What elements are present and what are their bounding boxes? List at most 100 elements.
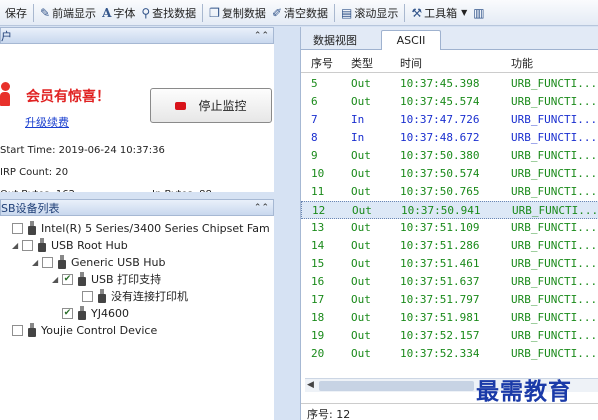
tree-node[interactable]: Intel(R) 5 Series/3400 Series Chipset Fa…: [2, 220, 270, 236]
cell-type: Out: [351, 329, 371, 342]
tree-checkbox[interactable]: [82, 290, 93, 302]
scroll-left-icon[interactable]: ◀: [307, 380, 314, 390]
table-row[interactable]: 19 Out 10:37:52.157 URB_FUNCTI...: [301, 327, 598, 345]
scroll-display-button[interactable]: ▤ 滚动显示: [338, 2, 401, 24]
collapse-icon[interactable]: ⌃⌃: [254, 31, 269, 41]
column-header-time[interactable]: 时间: [400, 55, 422, 71]
table-row[interactable]: 9 Out 10:37:50.380 URB_FUNCTI...: [301, 147, 598, 165]
front-display-button[interactable]: ✎ 前端显示: [37, 2, 99, 24]
table-row[interactable]: 13 Out 10:37:51.109 URB_FUNCTI...: [301, 219, 598, 237]
grid-header: 序号 类型 时间 功能: [301, 51, 598, 73]
expand-arrow-icon[interactable]: ◢: [12, 241, 19, 250]
cell-time: 10:37:51.461: [400, 257, 480, 270]
tree-checkbox[interactable]: [12, 324, 23, 336]
tree-node[interactable]: ◢ Generic USB Hub: [32, 254, 165, 270]
tree-node[interactable]: 没有连接打印机: [72, 288, 188, 304]
column-header-function[interactable]: 功能: [511, 55, 533, 71]
cell-time: 10:37:48.672: [400, 131, 480, 144]
cell-type: In: [351, 113, 365, 126]
font-label: 字体: [113, 6, 136, 20]
tree-node[interactable]: ◢ ✔ USB 打印支持: [52, 271, 161, 287]
tree-node-label: 没有连接打印机: [111, 290, 188, 303]
table-row[interactable]: 16 Out 10:37:51.637 URB_FUNCTI...: [301, 273, 598, 291]
user-panel-header: 户 ⌃⌃: [0, 27, 274, 44]
table-row[interactable]: 18 Out 10:37:51.981 URB_FUNCTI...: [301, 309, 598, 327]
user-panel: 户 ⌃⌃ 会员有惊喜！ 升级续费 停止监控 Start Time: 2019-0…: [0, 27, 274, 200]
cell-seq: 10: [311, 167, 325, 180]
tree-checkbox[interactable]: ✔: [62, 273, 73, 285]
cell-function: URB_FUNCTI...: [511, 311, 598, 324]
tree-checkbox[interactable]: [42, 256, 53, 268]
table-row[interactable]: 14 Out 10:37:51.286 URB_FUNCTI...: [301, 237, 598, 255]
clear-data-button[interactable]: ✐ 清空数据: [269, 2, 331, 24]
usb-icon: [78, 306, 86, 320]
column-header-seq[interactable]: 序号: [311, 55, 333, 71]
cell-seq: 15: [311, 257, 325, 270]
renew-link[interactable]: 升级续费: [25, 114, 69, 130]
usb-icon: [58, 255, 66, 269]
cell-time: 10:37:50.765: [400, 185, 480, 198]
save-button[interactable]: 保存: [0, 2, 30, 24]
stop-icon: [175, 101, 187, 110]
cell-function: URB_FUNCTI...: [511, 221, 598, 234]
tab-data-view[interactable]: 数据视图: [313, 30, 357, 50]
expand-arrow-icon[interactable]: ◢: [32, 258, 39, 267]
toolbar-separator: [334, 3, 335, 22]
cell-function: URB_FUNCTI...: [511, 257, 598, 270]
scrollbar-thumb[interactable]: [319, 381, 474, 391]
tree-node-label: Intel(R) 5 Series/3400 Series Chipset Fa…: [41, 221, 270, 235]
toolbar-separator: [202, 3, 204, 22]
chevron-down-icon: ▼: [461, 8, 468, 17]
table-row[interactable]: 15 Out 10:37:51.461 URB_FUNCTI...: [301, 255, 598, 273]
cell-seq: 7: [311, 113, 318, 126]
table-row[interactable]: 17 Out 10:37:51.797 URB_FUNCTI...: [301, 291, 598, 309]
table-row[interactable]: 10 Out 10:37:50.574 URB_FUNCTI...: [301, 165, 598, 183]
cell-time: 10:37:51.797: [400, 293, 480, 306]
cell-type: Out: [351, 221, 371, 234]
cell-type: Out: [351, 293, 371, 306]
expand-arrow-icon[interactable]: ◢: [52, 275, 59, 284]
tab-ascii[interactable]: ASCII: [381, 30, 441, 50]
table-row[interactable]: 11 Out 10:37:50.765 URB_FUNCTI...: [301, 183, 598, 201]
tree-checkbox[interactable]: ✔: [62, 307, 73, 319]
tree-checkbox[interactable]: [12, 222, 23, 234]
cell-time: 10:37:51.637: [400, 275, 480, 288]
table-row[interactable]: 8 In 10:37:48.672 URB_FUNCTI...: [301, 129, 598, 147]
table-row[interactable]: 7 In 10:37:47.726 URB_FUNCTI...: [301, 111, 598, 129]
toolbox-button[interactable]: ⚒ 工具箱 ▼: [408, 2, 470, 24]
book-button[interactable]: ▥: [470, 2, 489, 24]
member-icon: [0, 82, 10, 108]
table-row[interactable]: 20 Out 10:37:52.334 URB_FUNCTI...: [301, 345, 598, 363]
cell-type: Out: [351, 149, 371, 162]
table-row[interactable]: 6 Out 10:37:45.574 URB_FUNCTI...: [301, 93, 598, 111]
column-header-type[interactable]: 类型: [351, 55, 373, 71]
cell-time: 10:37:51.981: [400, 311, 480, 324]
cell-function: URB_FUNCTI...: [511, 185, 598, 198]
usb-icon: [28, 323, 36, 337]
tree-node[interactable]: Youjie Control Device: [2, 322, 157, 338]
collapse-icon[interactable]: ⌃⌃: [254, 203, 269, 213]
clear-icon: ✐: [271, 5, 282, 20]
vertical-splitter[interactable]: [274, 27, 300, 420]
scroll-icon: ▤: [341, 5, 353, 20]
user-panel-title: 户: [1, 29, 12, 43]
cell-function: URB_FUNCTI...: [511, 131, 598, 144]
cell-time: 10:37:52.334: [400, 347, 480, 360]
main-toolbar: 保存 ✎ 前端显示 A 字体 ⚲ 查找数据 ❐ 复制数据 ✐ 清空数据 ▤ 滚动显示 ⚒ 工具…: [0, 0, 598, 26]
table-row[interactable]: 5 Out 10:37:45.398 URB_FUNCTI...: [301, 75, 598, 93]
find-data-button[interactable]: ⚲ 查找数据: [138, 2, 199, 24]
font-button[interactable]: A 字体: [99, 2, 138, 24]
cell-type: Out: [351, 77, 371, 90]
tree-node[interactable]: ◢ USB Root Hub: [12, 237, 128, 253]
cell-function: URB_FUNCTI...: [511, 293, 598, 306]
cell-type: Out: [351, 275, 371, 288]
table-row[interactable]: 12 Out 10:37:50.941 URB_FUNCTI...: [301, 201, 598, 219]
pin-icon: ✎: [40, 5, 51, 20]
device-panel-title: SB设备列表: [1, 201, 60, 215]
copy-data-button[interactable]: ❐ 复制数据: [206, 2, 269, 24]
tree-checkbox[interactable]: [22, 239, 33, 251]
tree-node[interactable]: ✔ YJ4600: [52, 305, 129, 321]
tree-node-label: YJ4600: [91, 306, 129, 320]
stop-monitor-button[interactable]: 停止监控: [150, 88, 272, 123]
panel-divider[interactable]: [0, 192, 274, 199]
